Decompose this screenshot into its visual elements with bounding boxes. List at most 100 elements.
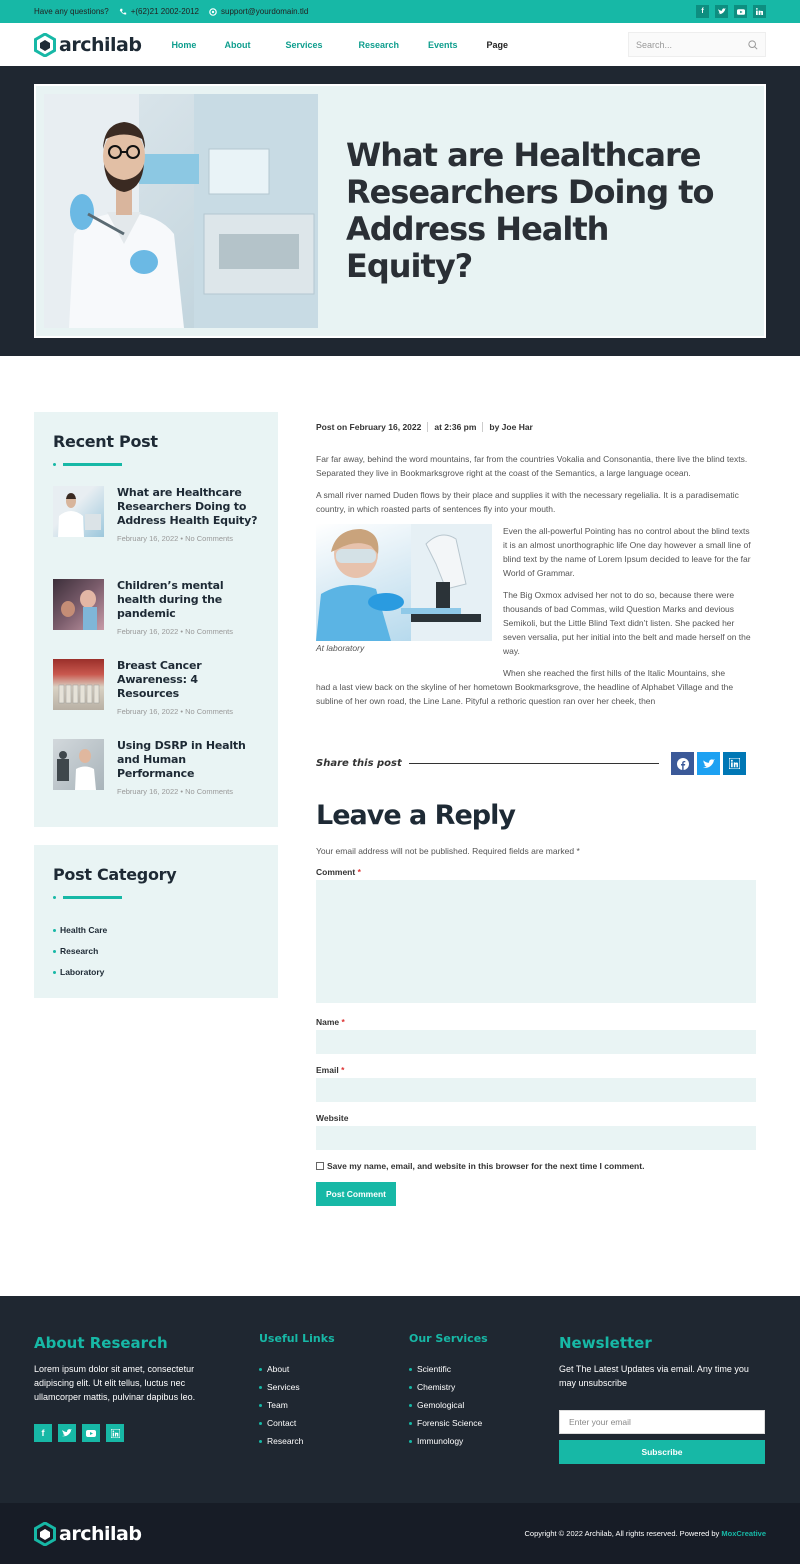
footer-services: Our Services Scientific Chemistry Gemolo… bbox=[409, 1332, 488, 1450]
twitter-icon[interactable] bbox=[58, 1424, 76, 1442]
hero-section: What are Healthcare Researchers Doing to… bbox=[0, 66, 800, 356]
name-field[interactable] bbox=[316, 1030, 756, 1054]
recent-post-meta: February 16, 2022 • No Comments bbox=[117, 627, 234, 636]
email-field[interactable] bbox=[316, 1078, 756, 1102]
hero-image bbox=[44, 94, 318, 328]
recent-post-meta: February 16, 2022 • No Comments bbox=[117, 707, 234, 716]
share-twitter-button[interactable] bbox=[697, 752, 720, 775]
email-icon bbox=[209, 7, 217, 16]
recent-post-title[interactable]: Children’s mental health during the pand… bbox=[117, 579, 259, 621]
post-paragraph: Far far away, behind the word mountains,… bbox=[316, 454, 748, 478]
site-logo[interactable]: archilab bbox=[34, 32, 142, 57]
title-underline bbox=[53, 463, 259, 466]
post-paragraph: When she reached the first hills of the … bbox=[503, 668, 726, 678]
footer-service-link[interactable]: Forensic Science bbox=[409, 1414, 488, 1432]
share-label: Share this post bbox=[316, 758, 402, 769]
post-paragraph: had a last view back on the skyline of h… bbox=[316, 682, 734, 706]
email-link[interactable]: support@yourdomain.tld bbox=[209, 7, 308, 16]
footer-logo[interactable]: archilab bbox=[34, 1521, 142, 1546]
share-facebook-button[interactable] bbox=[671, 752, 694, 775]
recent-post-meta: February 16, 2022 • No Comments bbox=[117, 534, 234, 543]
footer-link[interactable]: Research bbox=[259, 1432, 335, 1450]
comment-textarea[interactable] bbox=[316, 880, 756, 1003]
recent-post-thumbnail[interactable] bbox=[53, 486, 104, 537]
linkedin-icon[interactable] bbox=[106, 1424, 124, 1442]
website-field[interactable] bbox=[316, 1126, 756, 1150]
copyright-text: Copyright © 2022 Archilab, All rights re… bbox=[524, 1529, 767, 1538]
recent-post-title[interactable]: What are Healthcare Researchers Doing to… bbox=[117, 486, 259, 528]
post-title: What are Healthcare Researchers Doing to… bbox=[346, 136, 715, 285]
recent-post-item[interactable]: Using DSRP in Health and Human Performan… bbox=[53, 739, 259, 796]
search-input[interactable]: Search... bbox=[628, 32, 766, 57]
recent-post-thumbnail[interactable] bbox=[53, 579, 104, 630]
footer-useful-links: Useful Links About Services Team Contact… bbox=[259, 1332, 335, 1450]
footer-about-title: About Research bbox=[34, 1334, 168, 1352]
recent-post-title[interactable]: Using DSRP in Health and Human Performan… bbox=[117, 739, 259, 781]
post-figure: At laboratory bbox=[316, 524, 492, 680]
nav-services[interactable]: Services bbox=[285, 40, 322, 50]
post-paragraph: The Big Oxmox advised her not to do so, … bbox=[503, 590, 751, 656]
youtube-icon[interactable] bbox=[734, 5, 747, 18]
footer-service-link[interactable]: Immunology bbox=[409, 1432, 488, 1450]
subscribe-button[interactable]: Subscribe bbox=[559, 1440, 765, 1464]
recent-post-title[interactable]: Breast Cancer Awareness: 4 Resources bbox=[117, 659, 259, 701]
useful-links-title: Useful Links bbox=[259, 1332, 335, 1345]
footer-link[interactable]: Contact bbox=[259, 1414, 335, 1432]
footer-socials: f bbox=[34, 1424, 224, 1442]
save-info-checkbox[interactable] bbox=[316, 1162, 324, 1170]
footer-bottom-bar: archilab Copyright © 2022 Archilab, All … bbox=[0, 1503, 800, 1564]
footer-about-text: Lorem ipsum dolor sit amet, consectetur … bbox=[34, 1364, 196, 1402]
footer-link[interactable]: About bbox=[259, 1360, 335, 1378]
nav-research[interactable]: Research bbox=[359, 40, 400, 50]
post-author[interactable]: by Joe Har bbox=[489, 422, 532, 432]
post-comment-button[interactable]: Post Comment bbox=[316, 1182, 396, 1206]
newsletter-email-input[interactable]: Enter your email bbox=[559, 1410, 765, 1434]
recent-post-thumbnail[interactable] bbox=[53, 739, 104, 790]
footer: About Research Lorem ipsum dolor sit ame… bbox=[0, 1296, 800, 1503]
footer-service-link[interactable]: Gemological bbox=[409, 1396, 488, 1414]
category-link[interactable]: Research bbox=[53, 946, 259, 956]
search-icon[interactable] bbox=[748, 39, 758, 50]
our-services-title: Our Services bbox=[409, 1332, 488, 1345]
facebook-icon[interactable]: f bbox=[696, 5, 709, 18]
footer-link[interactable]: Team bbox=[259, 1396, 335, 1414]
youtube-icon[interactable] bbox=[82, 1424, 100, 1442]
email-address: support@yourdomain.tld bbox=[221, 7, 309, 16]
figure-caption: At laboratory bbox=[316, 643, 365, 653]
newsletter-title: Newsletter bbox=[559, 1334, 652, 1352]
logo-text: archilab bbox=[59, 1522, 142, 1545]
title-underline bbox=[53, 896, 259, 899]
recent-post-meta: February 16, 2022 • No Comments bbox=[117, 787, 234, 796]
newsletter-text: Get The Latest Updates via email. Any ti… bbox=[559, 1364, 749, 1388]
main-header: archilab Home About Services Research Ev… bbox=[0, 23, 800, 66]
website-label: Website bbox=[316, 1113, 349, 1123]
category-link[interactable]: Laboratory bbox=[53, 967, 259, 977]
recent-post-thumbnail[interactable] bbox=[53, 659, 104, 710]
recent-post-item[interactable]: Children’s mental health during the pand… bbox=[53, 579, 259, 636]
logo-text: archilab bbox=[59, 33, 142, 56]
category-link[interactable]: Health Care bbox=[53, 925, 259, 935]
linkedin-icon[interactable] bbox=[753, 5, 766, 18]
hexagon-logo-icon bbox=[34, 1521, 56, 1546]
nav-home[interactable]: Home bbox=[171, 40, 196, 50]
recent-posts-widget: Recent Post What are Healthcare Research… bbox=[34, 412, 278, 827]
nav-page[interactable]: Page bbox=[487, 40, 509, 50]
linkedin-icon bbox=[729, 758, 740, 769]
phone-link[interactable]: +(62)21 2002-2012 bbox=[119, 7, 199, 16]
post-paragraph: A small river named Duden flows by their… bbox=[316, 490, 739, 514]
twitter-icon[interactable] bbox=[715, 5, 728, 18]
recent-posts-title: Recent Post bbox=[53, 432, 158, 451]
nav-events[interactable]: Events bbox=[428, 40, 458, 50]
footer-service-link[interactable]: Scientific bbox=[409, 1360, 488, 1378]
hero-card: What are Healthcare Researchers Doing to… bbox=[34, 84, 766, 338]
recent-post-item[interactable]: Breast Cancer Awareness: 4 Resources Feb… bbox=[53, 659, 259, 716]
recent-post-item[interactable]: What are Healthcare Researchers Doing to… bbox=[53, 486, 259, 543]
post-date: Post on February 16, 2022 bbox=[316, 422, 422, 432]
sidebar: Recent Post What are Healthcare Research… bbox=[34, 412, 278, 1206]
powered-by-link[interactable]: MoxCreative bbox=[721, 1529, 766, 1538]
share-linkedin-button[interactable] bbox=[723, 752, 746, 775]
facebook-icon[interactable]: f bbox=[34, 1424, 52, 1442]
nav-about[interactable]: About bbox=[224, 40, 250, 50]
footer-link[interactable]: Services bbox=[259, 1378, 335, 1396]
footer-service-link[interactable]: Chemistry bbox=[409, 1378, 488, 1396]
